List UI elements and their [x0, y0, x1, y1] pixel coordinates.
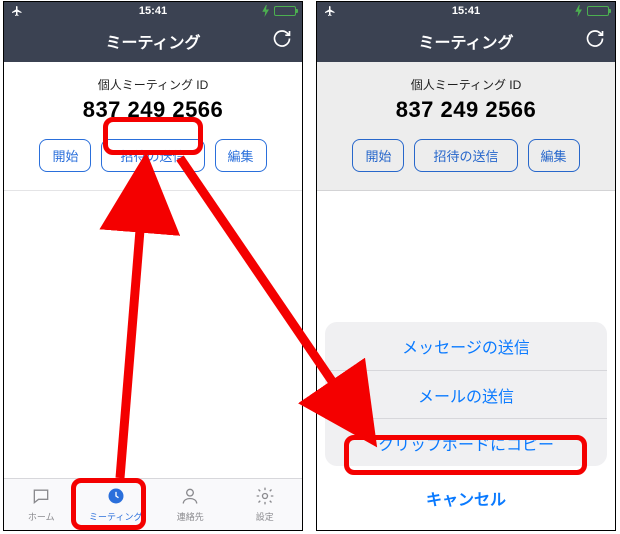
refresh-icon[interactable] — [585, 29, 605, 54]
status-time: 15:41 — [4, 5, 302, 17]
refresh-icon[interactable] — [272, 29, 292, 54]
status-time: 15:41 — [317, 5, 615, 17]
action-sheet: メッセージの送信 メールの送信 クリップボードにコピー キャンセル — [325, 322, 607, 522]
tab-home-label: ホーム — [28, 510, 55, 523]
tab-bar: ホーム ミーティング 連絡先 設定 — [4, 478, 302, 530]
phone-right: 15:41 ミーティング 個人ミーティング ID 837 249 2566 開始… — [316, 1, 616, 531]
gear-icon — [254, 486, 276, 508]
nav-title: ミーティング — [105, 29, 200, 53]
start-button[interactable]: 開始 — [39, 139, 91, 172]
action-button-row: 開始 招待の送信 編集 — [4, 139, 302, 172]
nav-title: ミーティング — [418, 29, 513, 53]
phone-left: 15:41 ミーティング 個人ミーティング ID 837 249 2566 開始… — [3, 1, 303, 531]
battery-icon — [274, 6, 296, 16]
sheet-cancel[interactable]: キャンセル — [325, 474, 607, 522]
sheet-send-message[interactable]: メッセージの送信 — [325, 322, 607, 370]
edit-button[interactable]: 編集 — [215, 139, 267, 172]
tab-meetings[interactable]: ミーティング — [79, 479, 154, 530]
person-icon — [179, 486, 201, 508]
clock-icon — [105, 486, 127, 508]
tab-contacts[interactable]: 連絡先 — [153, 479, 228, 530]
tab-meetings-label: ミーティング — [89, 510, 142, 523]
sheet-send-mail[interactable]: メールの送信 — [325, 370, 607, 418]
pmi-label: 個人ミーティング ID — [4, 76, 302, 93]
divider — [4, 190, 302, 191]
modal-backdrop[interactable] — [317, 62, 615, 191]
battery-icon — [587, 6, 609, 16]
pmi-number: 837 249 2566 — [4, 97, 302, 123]
send-invite-button[interactable]: 招待の送信 — [101, 139, 204, 172]
nav-header: ミーティング — [4, 20, 302, 62]
sheet-copy-clipboard[interactable]: クリップボードにコピー — [325, 418, 607, 466]
tab-settings-label: 設定 — [256, 510, 274, 523]
meeting-content: 個人ミーティング ID 837 249 2566 開始 招待の送信 編集 — [4, 62, 302, 191]
status-bar: 15:41 — [317, 2, 615, 20]
tab-home[interactable]: ホーム — [4, 479, 79, 530]
action-sheet-group: メッセージの送信 メールの送信 クリップボードにコピー — [325, 322, 607, 466]
tab-settings[interactable]: 設定 — [228, 479, 303, 530]
chat-icon — [30, 486, 52, 508]
tab-contacts-label: 連絡先 — [177, 510, 204, 523]
nav-header: ミーティング — [317, 20, 615, 62]
status-bar: 15:41 — [4, 2, 302, 20]
